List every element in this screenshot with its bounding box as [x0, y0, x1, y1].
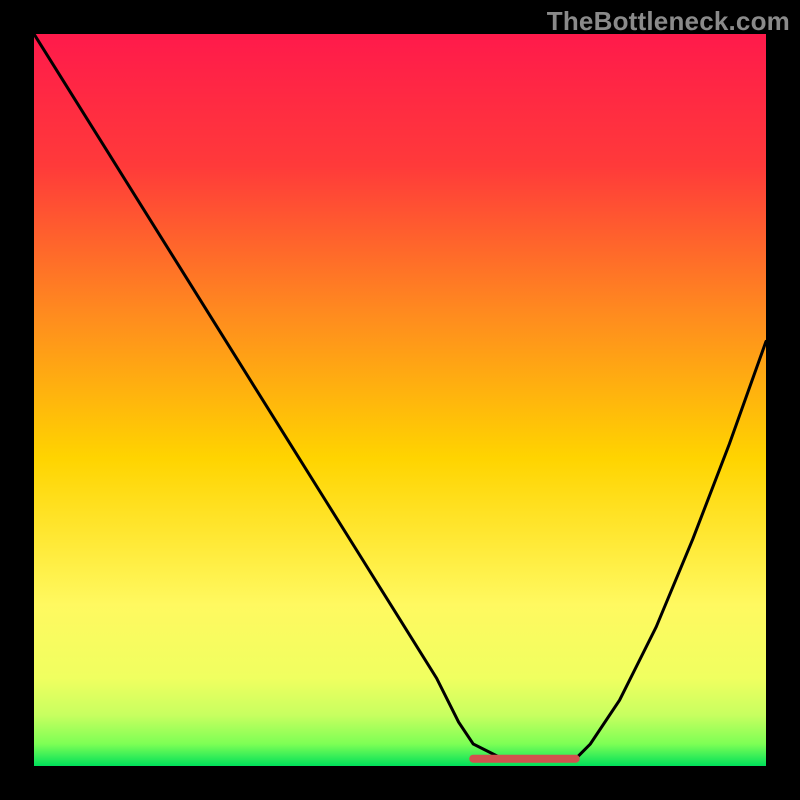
chart-frame: TheBottleneck.com: [0, 0, 800, 800]
plot-area: [34, 34, 766, 766]
chart-svg: [34, 34, 766, 766]
gradient-background: [34, 34, 766, 766]
watermark-text: TheBottleneck.com: [547, 6, 790, 37]
